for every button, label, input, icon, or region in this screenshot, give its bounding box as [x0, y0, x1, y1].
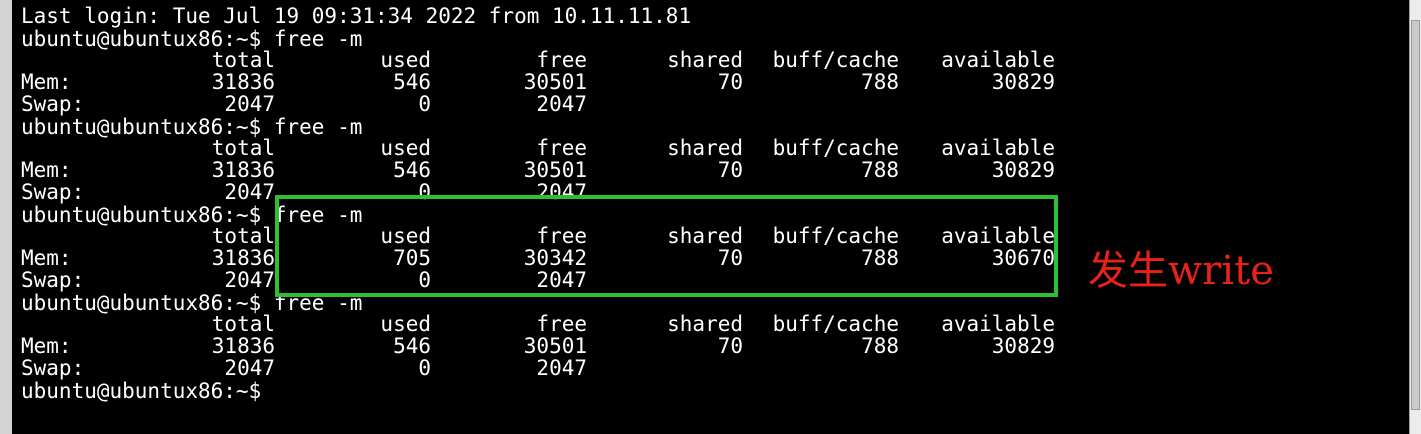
swap-free: 2047 [536, 180, 587, 204]
scrollbar-thumb[interactable] [1411, 20, 1420, 410]
swap-total: 2047 [224, 268, 275, 292]
swap-free: 2047 [536, 356, 587, 380]
command: free -m [273, 291, 363, 315]
command-line: ubuntu@ubuntux86:~$ free -m [21, 204, 362, 226]
swap-total: 2047 [224, 180, 275, 204]
header-used: used [380, 312, 431, 336]
header-row: total used free shared buff/cache availa… [21, 313, 1061, 335]
mem-buff-cache: 788 [861, 158, 899, 182]
header-free: free [536, 48, 587, 72]
header-used: used [380, 48, 431, 72]
mem-shared: 70 [717, 158, 743, 182]
swap-total: 2047 [224, 356, 275, 380]
header-row: total used free shared buff/cache availa… [21, 225, 1061, 247]
header-row: total used free shared buff/cache availa… [21, 137, 1061, 159]
swap-used: 0 [418, 180, 431, 204]
login-line: Last login: Tue Jul 19 09:31:34 2022 fro… [21, 4, 692, 28]
mem-label: Mem: [21, 334, 72, 358]
header-buff-cache: buff/cache [772, 48, 899, 72]
mem-total: 31836 [211, 246, 275, 270]
header-available: available [941, 224, 1055, 248]
header-buff-cache: buff/cache [772, 312, 899, 336]
mem-used: 546 [393, 334, 431, 358]
annotation-text: 发生write [1088, 248, 1274, 294]
mem-used: 546 [393, 158, 431, 182]
mem-free: 30501 [523, 70, 587, 94]
command: free -m [273, 27, 363, 51]
header-available: available [941, 48, 1055, 72]
swap-row: Swap: 2047 0 2047 [21, 357, 1061, 379]
header-used: used [380, 224, 431, 248]
mem-available: 30829 [991, 70, 1055, 94]
command: free -m [273, 203, 363, 227]
command-line: ubuntu@ubuntux86:~$ free -m [21, 292, 362, 314]
command-line: ubuntu@ubuntux86:~$ free -m [21, 28, 362, 50]
mem-shared: 70 [717, 334, 743, 358]
mem-free: 30501 [523, 158, 587, 182]
header-shared: shared [667, 136, 743, 160]
terminal-window[interactable]: Last login: Tue Jul 19 09:31:34 2022 fro… [12, 0, 1409, 434]
mem-available: 30670 [991, 246, 1055, 270]
swap-used: 0 [418, 268, 431, 292]
swap-used: 0 [418, 92, 431, 116]
mem-free: 30501 [523, 334, 587, 358]
mem-shared: 70 [717, 246, 743, 270]
header-free: free [536, 312, 587, 336]
mem-buff-cache: 788 [861, 246, 899, 270]
swap-free: 2047 [536, 92, 587, 116]
swap-row: Swap: 2047 0 2047 [21, 181, 1061, 203]
mem-total: 31836 [211, 70, 275, 94]
header-row: total used free shared buff/cache availa… [21, 49, 1061, 71]
screenshot-root: Last login: Tue Jul 19 09:31:34 2022 fro… [0, 0, 1421, 434]
mem-row: Mem: 31836 546 30501 70 788 30829 [21, 71, 1061, 93]
mem-label: Mem: [21, 70, 72, 94]
command: free -m [273, 115, 363, 139]
swap-row: Swap: 2047 0 2047 [21, 93, 1061, 115]
mem-available: 30829 [991, 334, 1055, 358]
mem-available: 30829 [991, 158, 1055, 182]
mem-label: Mem: [21, 246, 72, 270]
header-used: used [380, 136, 431, 160]
header-total: total [211, 136, 275, 160]
header-total: total [211, 48, 275, 72]
swap-label: Swap: [21, 356, 85, 380]
swap-free: 2047 [536, 268, 587, 292]
command-line: ubuntu@ubuntux86:~$ free -m [21, 116, 362, 138]
header-buff-cache: buff/cache [772, 224, 899, 248]
mem-buff-cache: 788 [861, 334, 899, 358]
header-free: free [536, 136, 587, 160]
mem-row: Mem: 31836 546 30501 70 788 30829 [21, 335, 1061, 357]
swap-label: Swap: [21, 180, 85, 204]
header-shared: shared [667, 312, 743, 336]
header-free: free [536, 224, 587, 248]
swap-row: Swap: 2047 0 2047 [21, 269, 1061, 291]
mem-free: 30342 [523, 246, 587, 270]
header-total: total [211, 312, 275, 336]
header-available: available [941, 312, 1055, 336]
header-buff-cache: buff/cache [772, 136, 899, 160]
mem-total: 31836 [211, 334, 275, 358]
header-shared: shared [667, 48, 743, 72]
header-total: total [211, 224, 275, 248]
final-prompt: ubuntu@ubuntux86:~$ [21, 379, 262, 403]
mem-row: Mem: 31836 705 30342 70 788 30670 [21, 247, 1061, 269]
swap-used: 0 [418, 356, 431, 380]
vertical-scrollbar[interactable] [1409, 0, 1421, 434]
header-shared: shared [667, 224, 743, 248]
mem-total: 31836 [211, 158, 275, 182]
header-available: available [941, 136, 1055, 160]
swap-label: Swap: [21, 268, 85, 292]
mem-shared: 70 [717, 70, 743, 94]
mem-used: 705 [393, 246, 431, 270]
mem-row: Mem: 31836 546 30501 70 788 30829 [21, 159, 1061, 181]
mem-label: Mem: [21, 158, 72, 182]
mem-buff-cache: 788 [861, 70, 899, 94]
swap-label: Swap: [21, 92, 85, 116]
swap-total: 2047 [224, 92, 275, 116]
mem-used: 546 [393, 70, 431, 94]
